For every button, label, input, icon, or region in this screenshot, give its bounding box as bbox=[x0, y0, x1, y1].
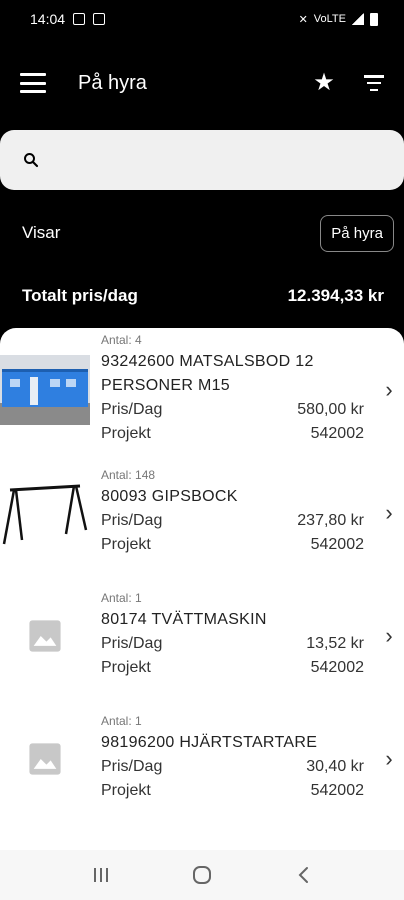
price-row: Pris/Dag 237,80 kr bbox=[101, 509, 368, 533]
total-label: Totalt pris/dag bbox=[22, 286, 138, 305]
menu-icon[interactable] bbox=[20, 73, 46, 93]
search-bar[interactable] bbox=[0, 130, 404, 190]
project-label: Projekt bbox=[101, 659, 151, 676]
recent-apps-button[interactable] bbox=[81, 860, 121, 890]
item-quantity: Antal: 1 bbox=[101, 591, 142, 605]
item-content: Antal: 4 93242600 MATSALSBOD 12 PERSONER… bbox=[90, 333, 374, 446]
price-label: Pris/Dag bbox=[101, 758, 163, 775]
project-value: 542002 bbox=[310, 782, 364, 799]
filter-chip-pa-hyra[interactable]: På hyra bbox=[320, 214, 394, 252]
home-button[interactable] bbox=[182, 860, 222, 890]
status-left: 14:04 bbox=[30, 11, 106, 27]
item-name: 98196200 HJÄRTSTARTARE bbox=[101, 734, 318, 751]
image-placeholder-icon bbox=[29, 619, 61, 652]
item-content: Antal: 1 80174 TVÄTTMASKIN Pris/Dag 13,5… bbox=[90, 591, 374, 680]
price-value: 30,40 kr bbox=[306, 758, 364, 775]
price-value: 237,80 kr bbox=[297, 512, 364, 529]
page-title: På hyra bbox=[78, 71, 147, 94]
app-notification-icon bbox=[93, 13, 106, 25]
item-name: 80093 GIPSBOCK bbox=[101, 488, 238, 505]
chevron-right-icon: › bbox=[385, 622, 393, 648]
project-row: Projekt 542002 bbox=[101, 656, 368, 680]
item-thumbnail bbox=[0, 478, 90, 548]
item-name: 93242600 MATSALSBOD 12 PERSONER M15 bbox=[101, 353, 314, 394]
network-label: VoLTE bbox=[313, 13, 346, 25]
project-value: 542002 bbox=[310, 536, 364, 553]
back-icon bbox=[298, 867, 309, 883]
battery-icon bbox=[370, 12, 378, 26]
project-value: 542002 bbox=[310, 425, 364, 442]
system-nav-bar bbox=[0, 850, 404, 900]
filter-label: Visar bbox=[22, 223, 61, 242]
project-value: 542002 bbox=[310, 659, 364, 676]
container-image bbox=[0, 354, 90, 425]
mute-icon: ✕ bbox=[298, 13, 308, 26]
project-row: Projekt 542002 bbox=[101, 422, 368, 446]
chevron-right-icon: › bbox=[385, 376, 393, 402]
signal-icon bbox=[352, 13, 364, 25]
price-value: 13,52 kr bbox=[306, 635, 364, 652]
status-right: ✕ VoLTE bbox=[298, 12, 378, 26]
list-item[interactable]: Antal: 1 80174 TVÄTTMASKIN Pris/Dag 13,5… bbox=[0, 574, 404, 697]
list-item[interactable]: Antal: 148 80093 GIPSBOCK Pris/Dag 237,8… bbox=[0, 451, 404, 574]
total-row: Totalt pris/dag 12.394,33 kr bbox=[0, 274, 404, 318]
price-label: Pris/Dag bbox=[101, 401, 163, 418]
recent-apps-icon bbox=[93, 868, 108, 882]
search-input[interactable] bbox=[52, 140, 404, 180]
item-quantity: Antal: 4 bbox=[101, 333, 142, 347]
price-value: 580,00 kr bbox=[297, 401, 364, 418]
price-row: Pris/Dag 13,52 kr bbox=[101, 632, 368, 656]
star-icon[interactable]: ★ bbox=[312, 71, 336, 95]
trestle-image bbox=[2, 484, 88, 544]
app-bar: På hyra ★ bbox=[0, 38, 404, 128]
project-label: Projekt bbox=[101, 425, 151, 442]
filter-row: Visar På hyra bbox=[0, 205, 404, 261]
item-quantity: Antal: 1 bbox=[101, 714, 142, 728]
project-row: Projekt 542002 bbox=[101, 779, 368, 803]
project-row: Projekt 542002 bbox=[101, 533, 368, 557]
chevron-right-icon: › bbox=[385, 499, 393, 525]
total-value: 12.394,33 kr bbox=[287, 286, 384, 305]
filter-icon[interactable] bbox=[364, 75, 384, 91]
item-quantity: Antal: 148 bbox=[101, 468, 156, 482]
project-label: Projekt bbox=[101, 782, 151, 799]
item-thumbnail bbox=[0, 601, 90, 671]
image-placeholder-icon bbox=[29, 742, 61, 775]
search-icon bbox=[24, 153, 39, 168]
item-content: Antal: 148 80093 GIPSBOCK Pris/Dag 237,8… bbox=[90, 468, 374, 557]
item-content: Antal: 1 98196200 HJÄRTSTARTARE Pris/Dag… bbox=[90, 714, 374, 803]
status-bar: 14:04 ✕ VoLTE bbox=[0, 0, 404, 38]
home-icon bbox=[192, 866, 211, 884]
status-time: 14:04 bbox=[30, 11, 66, 27]
list-item[interactable]: Antal: 4 93242600 MATSALSBOD 12 PERSONER… bbox=[0, 328, 404, 451]
price-label: Pris/Dag bbox=[101, 512, 163, 529]
gallery-notification-icon bbox=[73, 13, 86, 25]
price-label: Pris/Dag bbox=[101, 635, 163, 652]
list-item[interactable]: Antal: 1 98196200 HJÄRTSTARTARE Pris/Dag… bbox=[0, 697, 404, 820]
project-label: Projekt bbox=[101, 536, 151, 553]
rental-list: Antal: 4 93242600 MATSALSBOD 12 PERSONER… bbox=[0, 328, 404, 850]
price-row: Pris/Dag 580,00 kr bbox=[101, 398, 368, 422]
item-thumbnail bbox=[0, 724, 90, 794]
chevron-right-icon: › bbox=[385, 745, 393, 771]
item-name: 80174 TVÄTTMASKIN bbox=[101, 611, 267, 628]
price-row: Pris/Dag 30,40 kr bbox=[101, 755, 368, 779]
back-button[interactable] bbox=[283, 860, 323, 890]
item-thumbnail bbox=[0, 354, 90, 425]
